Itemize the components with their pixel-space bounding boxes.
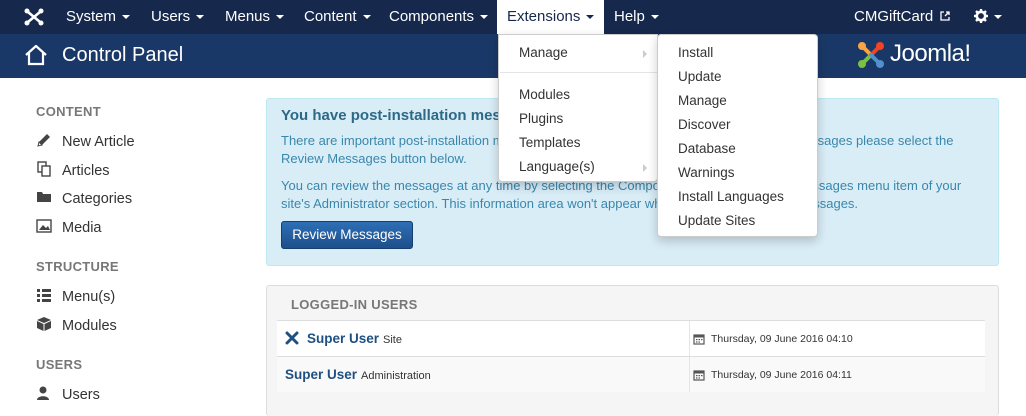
cube-icon — [36, 316, 52, 332]
caret-down-icon — [122, 15, 131, 20]
nav-label: System — [66, 8, 117, 25]
nav-label: Help — [614, 8, 645, 25]
copy-icon — [36, 161, 52, 177]
menu-item-languages[interactable]: Language(s) — [499, 156, 657, 178]
caret-right-icon — [643, 50, 647, 58]
sidebar-item-label: Users — [62, 387, 100, 403]
nav-label: Menus — [225, 8, 271, 25]
image-icon — [36, 218, 52, 234]
date-cell: Thursday, 09 June 2016 04:10 — [689, 321, 985, 356]
caret-right-icon — [643, 164, 647, 172]
extensions-dropdown: Manage Modules Plugins Templates Languag… — [498, 34, 658, 182]
menu-item-manage[interactable]: Manage — [658, 90, 817, 112]
logout-icon[interactable] — [285, 331, 299, 345]
panel-heading: LOGGED-IN USERS — [291, 297, 418, 312]
menu-item-label: Manage — [519, 45, 568, 60]
date-cell: Thursday, 09 June 2016 04:11 — [689, 357, 985, 392]
menu-divider — [500, 72, 658, 73]
menu-item-install[interactable]: Install — [658, 42, 817, 64]
logged-in-users-panel: LOGGED-IN USERS Super User Site Thursday,… — [266, 285, 999, 416]
sidebar-item-label: Media — [62, 220, 102, 236]
nav-menu-extensions[interactable]: Extensions — [497, 0, 605, 34]
nav-menu-help[interactable]: Help — [604, 0, 669, 34]
login-date: Thursday, 09 June 2016 04:10 — [711, 333, 853, 345]
site-link-label: CMGiftCard — [854, 8, 934, 25]
menu-item-database[interactable]: Database — [658, 138, 817, 160]
nav-label: Users — [151, 8, 191, 25]
menu-item-modules[interactable]: Modules — [499, 84, 657, 106]
pencil-icon — [36, 132, 52, 148]
caret-down-icon — [276, 15, 285, 20]
joomla-icon[interactable] — [22, 6, 46, 28]
nav-label: Extensions — [507, 8, 581, 25]
menu-item-update-sites[interactable]: Update Sites — [658, 210, 817, 232]
user-name: Super User — [307, 331, 380, 346]
user-name-link[interactable]: Super User Site — [307, 331, 402, 346]
sidebar-heading-structure: STRUCTURE — [36, 259, 119, 274]
menu-item-discover[interactable]: Discover — [658, 114, 817, 136]
login-date: Thursday, 09 June 2016 04:11 — [711, 369, 852, 381]
sidebar-item-label: Articles — [62, 163, 110, 179]
menu-item-manage-submenu[interactable]: Manage — [499, 42, 657, 64]
review-messages-button[interactable]: Review Messages — [281, 221, 413, 249]
user-icon — [36, 385, 52, 401]
folder-icon — [36, 189, 52, 205]
table-row: Super User Site Thursday, 09 June 2016 04… — [277, 320, 985, 356]
settings-menu[interactable] — [964, 0, 1012, 34]
menu-item-warnings[interactable]: Warnings — [658, 162, 817, 184]
joomla-logo-icon — [858, 42, 884, 68]
user-client: Site — [383, 334, 402, 346]
sidebar-item-articles[interactable]: Articles — [36, 160, 110, 182]
sidebar-item-categories[interactable]: Categories — [36, 188, 132, 210]
caret-down-icon — [362, 15, 371, 20]
sidebar-heading-users: USERS — [36, 357, 83, 372]
sidebar-item-label: Categories — [62, 191, 133, 207]
user-name-link[interactable]: Super User Administration — [285, 367, 431, 382]
sidebar-item-modules[interactable]: Modules — [36, 315, 117, 337]
sidebar-item-new-article[interactable]: New Article — [36, 131, 135, 153]
site-link[interactable]: CMGiftCard — [844, 0, 960, 34]
sidebar-item-label: Modules — [62, 318, 117, 334]
caret-down-icon — [586, 15, 595, 20]
external-link-icon — [940, 0, 951, 21]
sidebar-item-label: Menu(s) — [62, 289, 116, 305]
joomla-brand-logo: Joomla! — [856, 38, 1006, 74]
menu-item-templates[interactable]: Templates — [499, 132, 657, 154]
caret-down-icon — [650, 15, 659, 20]
nav-menu-system[interactable]: System — [56, 0, 140, 34]
table-row: Super User Administration Thursday, 09 Ju… — [277, 356, 985, 392]
page-title: Control Panel — [62, 44, 184, 66]
nav-menu-content[interactable]: Content — [294, 0, 381, 34]
calendar-icon — [693, 368, 705, 381]
nav-label: Components — [389, 8, 475, 25]
caret-down-icon — [480, 15, 489, 20]
list-icon — [36, 287, 52, 303]
sidebar-item-media[interactable]: Media — [36, 217, 102, 239]
calendar-icon — [693, 332, 705, 345]
home-icon — [24, 44, 48, 66]
gear-icon — [974, 2, 988, 23]
alert-paragraph: You can review the messages at any time … — [281, 178, 962, 211]
sidebar-heading-content: CONTENT — [36, 104, 101, 119]
nav-menu-menus[interactable]: Menus — [215, 0, 294, 34]
nav-menu-components[interactable]: Components — [379, 0, 498, 34]
menu-item-label: Language(s) — [519, 159, 595, 174]
top-navbar: System Users Menus Content Components Ex… — [0, 0, 1026, 34]
sidebar-item-label: New Article — [62, 134, 135, 150]
nav-label: Content — [304, 8, 357, 25]
sidebar-item-users[interactable]: Users — [36, 384, 100, 406]
caret-down-icon — [196, 15, 205, 20]
manage-submenu: Install Update Manage Discover Database … — [657, 34, 818, 237]
user-client: Administration — [361, 370, 431, 382]
sidebar: CONTENT New Article Articles Categories … — [0, 78, 250, 416]
menu-item-plugins[interactable]: Plugins — [499, 108, 657, 130]
menu-item-install-languages[interactable]: Install Languages — [658, 186, 817, 208]
sidebar-item-menus[interactable]: Menu(s) — [36, 286, 115, 308]
user-name: Super User — [285, 367, 358, 382]
menu-item-update[interactable]: Update — [658, 66, 817, 88]
caret-down-icon — [994, 15, 1002, 20]
nav-menu-users[interactable]: Users — [141, 0, 214, 34]
brand-text: Joomla! — [890, 40, 971, 67]
